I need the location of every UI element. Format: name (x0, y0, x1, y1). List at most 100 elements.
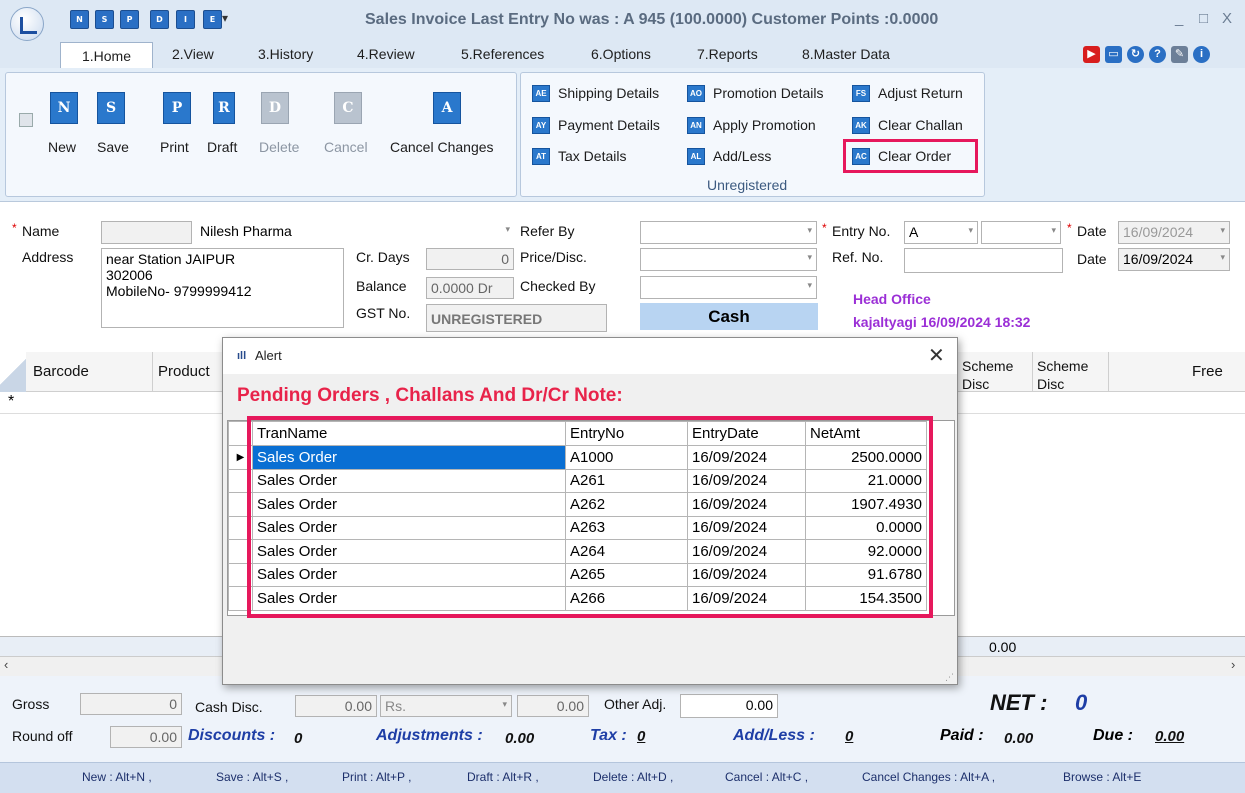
alert-dialog: ıll Alert ✕ Pending Orders , Challans An… (222, 337, 958, 685)
clear-challan-button[interactable]: Clear Challan (878, 117, 963, 133)
dialog-title-bar[interactable] (223, 338, 957, 374)
col-product[interactable]: Product (158, 363, 210, 380)
cancel-changes-button[interactable]: Cancel Changes (390, 139, 494, 155)
price-disc-select[interactable]: ▾ (640, 248, 817, 271)
add-less-button[interactable]: Add/Less (713, 148, 771, 164)
save-icon[interactable]: S (97, 92, 125, 124)
balance-input[interactable]: 0.0000 Dr (426, 277, 514, 299)
entry-no-prefix-select[interactable]: A ▾ (904, 221, 978, 244)
other-adj-input[interactable]: 0.00 (680, 694, 778, 718)
quick-save-icon[interactable]: S (95, 10, 114, 29)
promotion-details-icon[interactable]: AO (687, 85, 705, 102)
gst-input[interactable]: UNREGISTERED (426, 304, 607, 332)
cancel-changes-icon[interactable]: A (433, 92, 461, 124)
col-barcode[interactable]: Barcode (33, 363, 89, 380)
cancel-button[interactable]: Cancel (324, 139, 368, 155)
new-button[interactable]: New (48, 139, 76, 155)
quick-import-icon[interactable]: I (176, 10, 195, 29)
gst-label: GST No. (356, 305, 411, 321)
net-label: NET : (990, 690, 1048, 715)
tab-options[interactable]: 6.Options (591, 46, 651, 62)
draft-icon[interactable]: R (213, 92, 235, 124)
add-less-total-value[interactable]: 0 (845, 728, 853, 745)
add-less-icon[interactable]: AL (687, 148, 705, 165)
gross-input[interactable]: 0 (80, 693, 182, 715)
tax-details-icon[interactable]: AT (532, 148, 550, 165)
adjust-return-icon[interactable]: FS (852, 85, 870, 102)
date-input[interactable]: 16/09/2024 ▾ (1118, 248, 1230, 271)
col-scheme-disc[interactable]: Scheme Disc (962, 357, 1032, 391)
scroll-left-icon[interactable]: ‹ (4, 657, 8, 672)
quick-draft-icon[interactable]: D (150, 10, 169, 29)
entry-no-input[interactable]: ▾ (981, 221, 1061, 244)
new-icon[interactable]: N (50, 92, 78, 124)
tab-master-data[interactable]: 8.Master Data (802, 46, 890, 62)
tax-value[interactable]: 0 (637, 728, 645, 745)
maximize-button[interactable]: □ (1199, 10, 1208, 27)
cash-disc-label: Cash Disc. (195, 699, 263, 715)
adjust-return-button[interactable]: Adjust Return (878, 85, 963, 101)
apply-promotion-button[interactable]: Apply Promotion (713, 117, 816, 133)
minimize-button[interactable]: _ (1175, 10, 1183, 27)
refer-by-select[interactable]: ▾ (640, 221, 817, 244)
checked-by-select[interactable]: ▾ (640, 276, 817, 299)
cash-button[interactable]: Cash (640, 303, 818, 330)
ref-no-label: Ref. No. (832, 249, 884, 265)
cash-disc-unit-select[interactable]: Rs. ▾ (380, 695, 512, 717)
quick-export-icon[interactable]: E (203, 10, 222, 29)
shortcut-draft: Draft : Alt+R , (467, 770, 539, 784)
delete-icon[interactable]: D (261, 92, 289, 124)
shipping-details-icon[interactable]: AE (532, 85, 550, 102)
refresh-icon[interactable]: ↻ (1127, 46, 1144, 63)
tab-home[interactable]: 1.Home (60, 42, 153, 69)
dialog-close-icon[interactable]: ✕ (928, 343, 945, 368)
save-button[interactable]: Save (97, 139, 129, 155)
scroll-right-icon[interactable]: › (1231, 657, 1235, 672)
address-label: Address (22, 249, 74, 265)
other-amount-input[interactable]: 0.00 (517, 695, 589, 717)
round-off-label: Round off (12, 728, 73, 744)
ref-no-input[interactable] (904, 248, 1063, 273)
clear-challan-icon[interactable]: AK (852, 117, 870, 134)
tab-references[interactable]: 5.References (461, 46, 544, 62)
name-code-input[interactable] (101, 221, 192, 244)
quick-new-icon[interactable]: N (70, 10, 89, 29)
refer-by-label: Refer By (520, 223, 575, 239)
date-input-disabled[interactable]: 16/09/2024 ▾ (1118, 221, 1230, 244)
app-logo-icon[interactable] (10, 7, 44, 41)
col-scheme-disc-2[interactable]: Scheme Disc (1037, 357, 1107, 391)
round-off-input[interactable]: 0.00 (110, 726, 182, 748)
promotion-details-button[interactable]: Promotion Details (713, 85, 824, 101)
draft-button[interactable]: Draft (207, 139, 237, 155)
col-free[interactable]: Free (1192, 363, 1223, 380)
add-less-total-label: Add/Less : (733, 727, 815, 744)
address-input[interactable]: near Station JAIPUR 302006 MobileNo- 979… (101, 248, 344, 328)
name-input[interactable]: Nilesh Pharma ▾ (196, 221, 514, 244)
tab-history[interactable]: 3.History (258, 46, 313, 62)
tab-review[interactable]: 4.Review (357, 46, 415, 62)
chat-icon[interactable]: ▭ (1105, 46, 1122, 63)
youtube-icon[interactable]: ▶ (1083, 46, 1100, 63)
notes-icon[interactable]: ✎ (1171, 46, 1188, 63)
payment-details-icon[interactable]: AY (532, 117, 550, 134)
due-value[interactable]: 0.00 (1155, 728, 1184, 745)
tab-reports[interactable]: 7.Reports (697, 46, 758, 62)
cash-disc-input[interactable]: 0.00 (295, 695, 377, 717)
cancel-icon[interactable]: C (334, 92, 362, 124)
info-icon[interactable]: i (1193, 46, 1210, 63)
payment-details-button[interactable]: Payment Details (558, 117, 660, 133)
cr-days-input[interactable]: 0 (426, 248, 514, 270)
quick-access-dropdown-icon[interactable]: ▾ (222, 11, 228, 25)
shipping-details-button[interactable]: Shipping Details (558, 85, 659, 101)
close-button[interactable]: X (1222, 10, 1232, 27)
print-button[interactable]: Print (160, 139, 189, 155)
print-icon[interactable]: P (163, 92, 191, 124)
quick-print-icon[interactable]: P (120, 10, 139, 29)
tax-details-button[interactable]: Tax Details (558, 148, 626, 164)
apply-promotion-icon[interactable]: AN (687, 117, 705, 134)
resize-grip-icon[interactable]: ⋰ (945, 672, 954, 683)
tab-view[interactable]: 2.View (172, 46, 214, 62)
help-icon[interactable]: ? (1149, 46, 1166, 63)
lock-icon[interactable] (19, 113, 33, 127)
delete-button[interactable]: Delete (259, 139, 299, 155)
